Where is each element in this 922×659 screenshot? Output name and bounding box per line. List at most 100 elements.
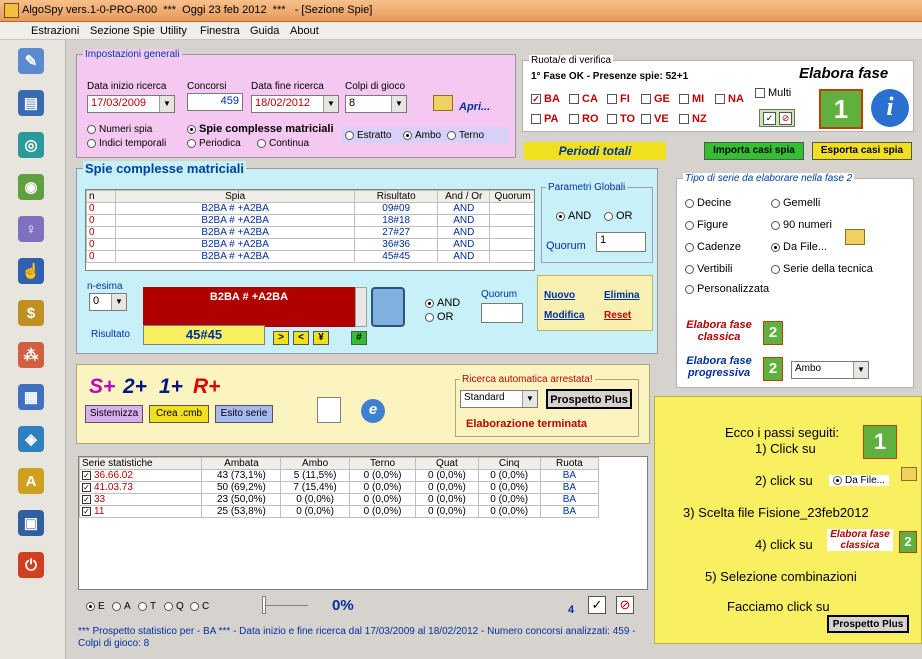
formula-editor[interactable]: B2BA # +A2BA	[143, 287, 355, 327]
continua-radio[interactable]: Continua	[257, 138, 309, 149]
ruota-ro-check[interactable]: RO	[569, 113, 599, 125]
menu-guida[interactable]: Guida	[250, 25, 279, 37]
hash-button[interactable]: #	[351, 331, 367, 345]
fase1-button[interactable]: 1	[819, 89, 863, 129]
next-button[interactable]: >	[273, 331, 289, 345]
table-row[interactable]: 0 B2BA # +A2BA 27#27 AND	[86, 226, 534, 239]
pencil-icon[interactable]: ✎	[18, 48, 44, 74]
global-or-radio[interactable]: OR	[604, 210, 633, 222]
cadenze-radio[interactable]: Cadenze	[685, 241, 741, 253]
c-radio[interactable]: C	[190, 601, 209, 612]
table-row[interactable]: ✓ 36.66.02 43 (73,1%) 5 (11,5%) 0 (0,0%) 0 (0…	[79, 469, 600, 482]
reset-link[interactable]: Reset	[604, 310, 631, 321]
yen-button[interactable]: ¥	[313, 331, 329, 345]
modifica-link[interactable]: Modifica	[544, 310, 585, 321]
periodica-radio[interactable]: Periodica	[187, 138, 241, 149]
bulb-icon[interactable]: ♀	[18, 216, 44, 242]
q-radio[interactable]: Q	[164, 601, 184, 612]
importa-button[interactable]: Importa casi spia	[704, 142, 804, 160]
nuovo-link[interactable]: Nuovo	[544, 290, 575, 301]
power-icon[interactable]: ⏻	[18, 552, 44, 578]
info-icon[interactable]: i	[871, 89, 909, 127]
or-radio[interactable]: OR	[425, 311, 454, 323]
prospetto-plus-button[interactable]: Prospetto Plus	[546, 389, 632, 409]
formula-scrollbar[interactable]	[355, 287, 367, 327]
table-row[interactable]: ✓ 41.03.73 50 (69,2%) 7 (15,4%) 0 (0,0%) 0 (0…	[79, 481, 600, 494]
ambo-radio[interactable]: Ambo	[403, 130, 441, 141]
apri-link[interactable]: Apri...	[459, 101, 490, 113]
menu-sezione-spie[interactable]: Sezione Spie	[90, 25, 155, 37]
table-row[interactable]: 0 B2BA # +A2BA 09#09 AND	[86, 202, 534, 215]
confirm-icon[interactable]: ✓	[588, 596, 606, 614]
sistemizza-button[interactable]: Sistemizza	[85, 405, 143, 423]
compass-icon[interactable]: ◎	[18, 132, 44, 158]
grid-icon[interactable]: ▦	[18, 384, 44, 410]
colpi-combo[interactable]: 8 ▼	[345, 95, 407, 113]
letter-a-icon[interactable]: A	[18, 468, 44, 494]
ruota-pa-check[interactable]: PA	[531, 113, 558, 125]
hand-icon[interactable]: ☝	[18, 258, 44, 284]
dollar-icon[interactable]: $	[18, 300, 44, 326]
ruota-fi-check[interactable]: FI	[607, 93, 630, 105]
indici-temporali-radio[interactable]: Indici temporali	[87, 138, 166, 149]
data-inizio-combo[interactable]: 17/03/2009 ▼	[87, 95, 175, 113]
numeri-spia-radio[interactable]: Numeri spia	[87, 124, 152, 135]
ruota-mi-check[interactable]: MI	[679, 93, 704, 105]
terno-radio[interactable]: Terno	[447, 130, 484, 141]
table-row[interactable]: 0 B2BA # +A2BA 45#45 AND	[86, 250, 534, 263]
table-row[interactable]: 0 B2BA # +A2BA 36#36 AND	[86, 238, 534, 251]
crea-cmb-button[interactable]: Crea .cmb	[149, 405, 209, 423]
90-numeri-radio[interactable]: 90 numeri	[771, 219, 832, 231]
book-icon[interactable]: ▤	[18, 90, 44, 116]
estratto-radio[interactable]: Estratto	[345, 130, 391, 141]
table-row[interactable]: ✓ 11 25 (53,8%) 0 (0,0%) 0 (0,0%) 0 (0,0%) 0 (…	[79, 505, 600, 518]
global-and-radio[interactable]: AND	[556, 210, 591, 222]
pills-icon[interactable]: ◉	[18, 174, 44, 200]
and-radio[interactable]: AND	[425, 297, 460, 309]
cancel-icon[interactable]: ⊘	[616, 596, 634, 614]
t-radio[interactable]: T	[138, 601, 156, 612]
concorsi-input[interactable]: 459	[187, 93, 243, 111]
gemelli-radio[interactable]: Gemelli	[771, 197, 820, 209]
figure-radio[interactable]: Figure	[685, 219, 728, 231]
da-file-radio[interactable]: Da File...	[771, 241, 827, 253]
menu-finestra[interactable]: Finestra	[200, 25, 240, 37]
search-document-icon[interactable]	[317, 397, 341, 423]
table-row[interactable]: 0 B2BA # +A2BA 18#18 AND	[86, 214, 534, 227]
cancel-icon[interactable]: ⊘	[779, 112, 792, 125]
table-row[interactable]: ✓ 33 23 (50,0%) 0 (0,0%) 0 (0,0%) 0 (0,0%) 0 (…	[79, 493, 600, 506]
row-checkbox[interactable]: ✓	[82, 507, 91, 516]
ruota-to-check[interactable]: TO	[607, 113, 635, 125]
ruota-ge-check[interactable]: GE	[641, 93, 670, 105]
folder-icon[interactable]	[845, 229, 865, 245]
ruota-ve-check[interactable]: VE	[641, 113, 669, 125]
menu-estrazioni[interactable]: Estrazioni	[31, 25, 79, 37]
slider-track[interactable]	[266, 605, 308, 606]
monitor-icon[interactable]: ▣	[18, 510, 44, 536]
row-checkbox[interactable]: ✓	[82, 471, 91, 480]
quorum2-input[interactable]	[481, 303, 523, 323]
spie-complesse-radio[interactable]: Spie complesse matriciali	[187, 123, 334, 135]
a-radio[interactable]: A	[112, 601, 131, 612]
tree-icon[interactable]: ⁂	[18, 342, 44, 368]
vertibili-radio[interactable]: Vertibili	[685, 263, 732, 275]
personalizzata-radio[interactable]: Personalizzata	[685, 283, 769, 295]
prev-button[interactable]: <	[293, 331, 309, 345]
serie-tecnica-radio[interactable]: Serie della tecnica	[771, 263, 873, 275]
multi-check[interactable]: Multi	[755, 87, 791, 99]
folder-icon[interactable]	[433, 95, 453, 111]
phone-icon[interactable]	[371, 287, 405, 327]
ruota-na-check[interactable]: NA	[715, 93, 744, 105]
row-checkbox[interactable]: ✓	[82, 495, 91, 504]
menu-about[interactable]: About	[290, 25, 319, 37]
fase2-progressiva-button[interactable]: 2	[763, 357, 783, 381]
data-fine-combo[interactable]: 18/02/2012 ▼	[251, 95, 339, 113]
confirm-icon[interactable]: ✓	[763, 112, 776, 125]
decine-radio[interactable]: Decine	[685, 197, 731, 209]
ruota-ba-check[interactable]: ✓ BA	[531, 93, 560, 105]
quorum-input[interactable]: 1	[596, 232, 646, 252]
fase2-classica-button[interactable]: 2	[763, 321, 783, 345]
e-radio[interactable]: E	[86, 601, 105, 612]
standard-combo[interactable]: Standard ▼	[460, 390, 538, 408]
esporta-button[interactable]: Esporta casi spia	[812, 142, 912, 160]
